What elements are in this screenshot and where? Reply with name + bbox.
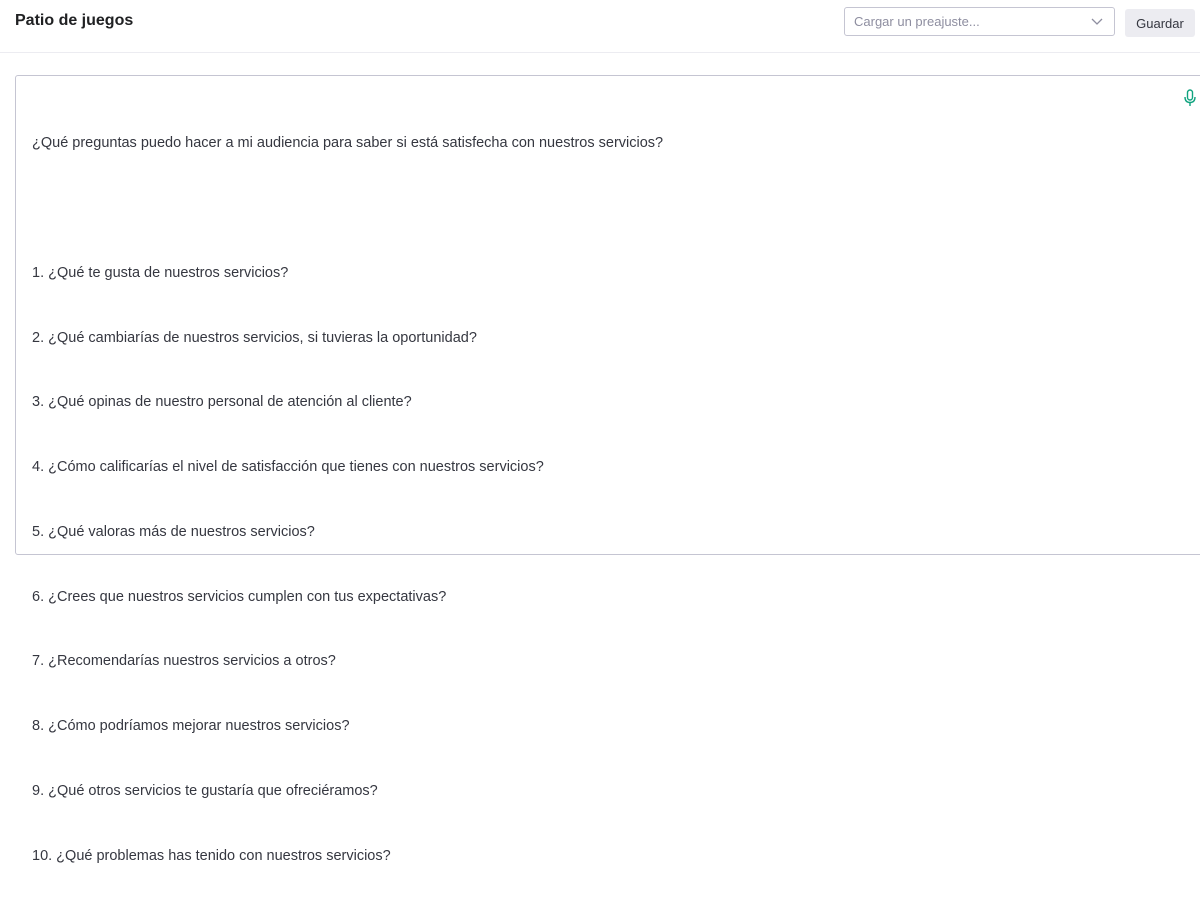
prompt-line: 7. ¿Recomendarías nuestros servicios a o… <box>32 653 336 670</box>
prompt-line: 1. ¿Qué te gusta de nuestros servicios? <box>32 264 289 281</box>
prompt-editor[interactable]: ¿Qué preguntas puedo hacer a mi audienci… <box>15 75 1200 864</box>
prompt-line <box>32 198 1162 220</box>
chevron-down-icon <box>1091 18 1103 25</box>
page-title: Patio de juegos <box>15 12 134 29</box>
prompt-line: 6. ¿Crees que nuestros servicios cumplen… <box>32 588 447 605</box>
preset-select[interactable]: Cargar un preajuste... <box>844 7 1115 36</box>
top-bar: Patio de juegos Cargar un preajuste... G… <box>0 0 1200 53</box>
prompt-line: ¿Qué preguntas puedo hacer a mi audienci… <box>32 135 664 152</box>
save-button[interactable]: Guardar <box>1125 9 1195 37</box>
prompt-line: 2. ¿Qué cambiarías de nuestros servicios… <box>32 329 477 346</box>
preset-select-placeholder: Cargar un preajuste... <box>854 14 980 29</box>
prompt-textarea[interactable]: ¿Qué preguntas puedo hacer a mi audienci… <box>32 90 1162 864</box>
prompt-line: 4. ¿Cómo calificarías el nivel de satisf… <box>32 459 544 476</box>
prompt-line: 9. ¿Qué otros servicios te gustaría que … <box>32 783 378 799</box>
prompt-line: 8. ¿Cómo podríamos mejorar nuestros serv… <box>32 718 350 735</box>
prompt-line: 3. ¿Qué opinas de nuestro personal de at… <box>32 394 412 411</box>
microphone-icon[interactable] <box>1183 89 1197 107</box>
prompt-line: 10. ¿Qué problemas has tenido con nuestr… <box>32 847 391 864</box>
prompt-line: 5. ¿Qué valoras más de nuestros servicio… <box>32 523 315 540</box>
